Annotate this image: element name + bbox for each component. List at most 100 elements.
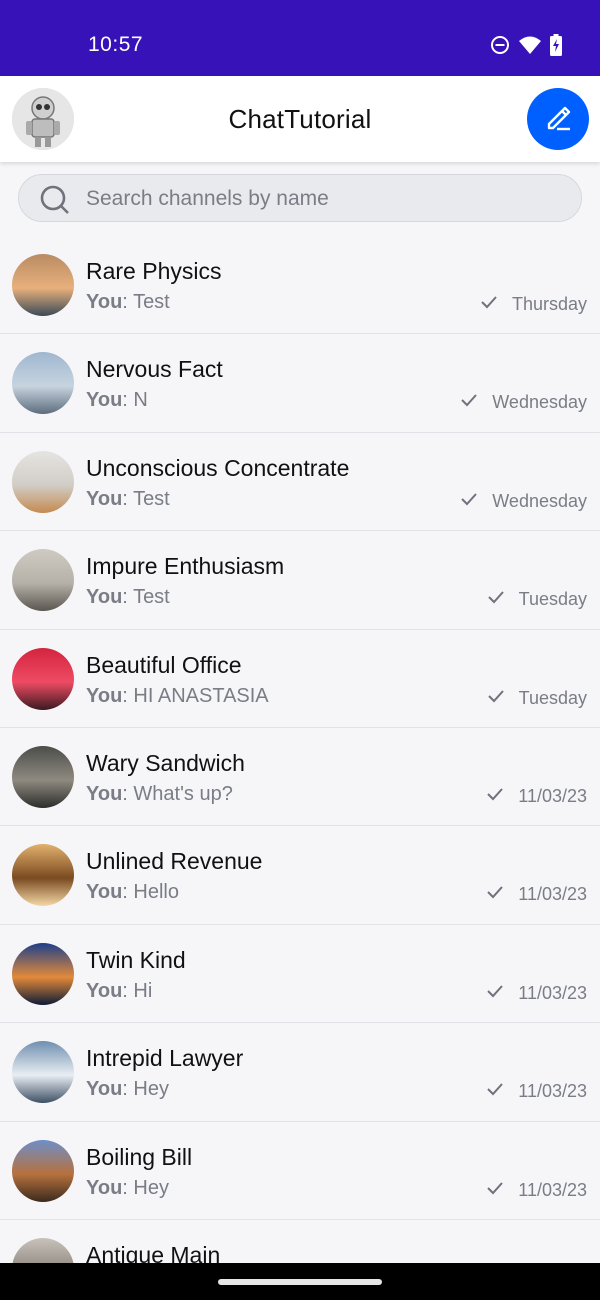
- sender-separator: :: [122, 291, 134, 313]
- channel-date: 11/03/23: [518, 1081, 587, 1102]
- pencil-icon: [543, 102, 573, 137]
- channel-meta: Tuesday: [487, 589, 587, 610]
- channel-date: Wednesday: [492, 392, 587, 413]
- check-icon: [487, 590, 505, 609]
- channel-list-item[interactable]: Beautiful Office You: HI ANASTASIA Tuesday: [0, 630, 600, 728]
- channel-list-item[interactable]: Unlined Revenue You: Hello 11/03/23: [0, 826, 600, 925]
- channel-date: 11/03/23: [518, 884, 587, 905]
- channel-last-message: You: Hey: [86, 1177, 169, 1200]
- channel-last-message: You: Test: [86, 586, 170, 609]
- channel-name: Unconscious Concentrate: [86, 454, 350, 481]
- message-sender: You: [86, 291, 123, 313]
- channel-list-item[interactable]: Rare Physics You: Test Thursday: [0, 236, 600, 335]
- message-sender: You: [86, 782, 123, 805]
- message-sender: You: [86, 684, 123, 707]
- channel-avatar: [12, 942, 74, 1005]
- message-text: Hi: [133, 979, 153, 1002]
- check-icon: [460, 393, 478, 412]
- message-sender: You: [86, 586, 123, 609]
- sender-separator: :: [122, 1078, 134, 1101]
- message-text: Hey: [133, 1078, 169, 1101]
- search-input[interactable]: Search channels by name: [18, 174, 582, 222]
- check-icon: [480, 295, 498, 314]
- channel-name: Nervous Fact: [86, 356, 223, 383]
- channel-list-item[interactable]: Impure Enthusiasm You: Test Tuesday: [0, 531, 600, 630]
- channel-last-message: You: Test: [86, 291, 170, 314]
- channel-meta: 11/03/23: [486, 1180, 587, 1201]
- channel-list-item[interactable]: Nervous Fact You: N Wednesday: [0, 334, 600, 433]
- channel-list-item[interactable]: Twin Kind You: Hi 11/03/23: [0, 925, 600, 1024]
- message-sender: You: [86, 1078, 123, 1101]
- message-text: Test: [133, 487, 170, 510]
- channel-last-message: You: Hello: [86, 881, 179, 904]
- status-icons: [490, 34, 562, 56]
- channel-avatar: [12, 254, 74, 316]
- channel-avatar: [12, 549, 74, 612]
- compose-button[interactable]: [527, 88, 589, 150]
- sender-separator: :: [122, 782, 134, 805]
- check-icon: [486, 984, 504, 1003]
- channel-last-message: You: HI ANASTASIA: [86, 685, 269, 708]
- channel-meta: Wednesday: [460, 392, 587, 413]
- channel-list-item[interactable]: Boiling Bill You: Hey 11/03/23: [0, 1122, 600, 1220]
- message-text: What's up?: [133, 782, 233, 805]
- channel-name: Beautiful Office: [86, 651, 242, 678]
- sender-separator: :: [122, 881, 134, 904]
- channel-name: Boiling Bill: [86, 1143, 193, 1170]
- channel-date: Wednesday: [492, 490, 587, 511]
- channel-avatar: [12, 647, 74, 710]
- message-sender: You: [86, 881, 123, 904]
- channel-avatar: [12, 844, 74, 907]
- channel-name: Twin Kind: [86, 946, 186, 973]
- channel-name: Impure Enthusiasm: [86, 553, 285, 580]
- channel-last-message: You: Hey: [86, 1078, 169, 1101]
- message-text: N: [133, 389, 148, 412]
- sender-separator: :: [122, 389, 134, 412]
- channel-meta: Wednesday: [460, 491, 587, 512]
- channel-list-item[interactable]: Intrepid Lawyer You: Hey 11/03/23: [0, 1023, 600, 1122]
- channel-last-message: You: What's up?: [86, 783, 233, 806]
- channel-meta: 11/03/23: [486, 1081, 587, 1102]
- channel-list: Rare Physics You: Test Thursday Nervous Fac…: [0, 236, 600, 1300]
- check-icon: [486, 1181, 504, 1200]
- home-indicator[interactable]: [218, 1279, 382, 1285]
- channel-last-message: You: N: [86, 389, 148, 412]
- channel-list-item[interactable]: Wary Sandwich You: What's up? 11/03/23: [0, 728, 600, 827]
- channel-date: 11/03/23: [518, 1179, 587, 1200]
- status-time: 10:57: [88, 33, 144, 56]
- message-text: Test: [133, 291, 170, 313]
- channel-date: Tuesday: [518, 687, 587, 708]
- channel-last-message: You: Hi: [86, 980, 152, 1003]
- channel-list-item[interactable]: Unconscious Concentrate You: Test Wednesda…: [0, 433, 600, 532]
- channel-date: 11/03/23: [518, 785, 587, 806]
- channel-avatar: [12, 450, 74, 513]
- message-text: HI ANASTASIA: [133, 684, 269, 707]
- channel-meta: 11/03/23: [486, 884, 587, 905]
- check-icon: [487, 689, 505, 708]
- channel-date: Thursday: [511, 294, 587, 314]
- message-text: Test: [133, 586, 170, 609]
- message-text: Hey: [133, 1176, 169, 1199]
- check-icon: [486, 787, 504, 806]
- channel-date: Tuesday: [518, 589, 587, 610]
- do-not-disturb-icon: [490, 35, 510, 55]
- check-icon: [486, 1082, 504, 1101]
- channel-meta: 11/03/23: [486, 983, 587, 1004]
- app-bar: ChatTutorial: [0, 76, 600, 162]
- channel-date: 11/03/23: [518, 982, 587, 1003]
- sender-separator: :: [122, 979, 134, 1002]
- check-icon: [486, 885, 504, 904]
- check-icon: [460, 492, 478, 511]
- message-text: Hello: [133, 881, 179, 904]
- channel-name: Intrepid Lawyer: [86, 1045, 244, 1072]
- channel-avatar: [12, 1041, 74, 1104]
- status-bar: 10:57: [0, 0, 600, 76]
- channel-meta: 11/03/23: [486, 786, 587, 807]
- channel-name: Wary Sandwich: [86, 749, 245, 776]
- search-placeholder: Search channels by name: [86, 187, 329, 210]
- search-icon: [39, 184, 73, 223]
- message-sender: You: [86, 389, 123, 412]
- navigation-bar: [0, 1263, 600, 1300]
- message-sender: You: [86, 1176, 123, 1199]
- channel-avatar: [12, 1139, 74, 1202]
